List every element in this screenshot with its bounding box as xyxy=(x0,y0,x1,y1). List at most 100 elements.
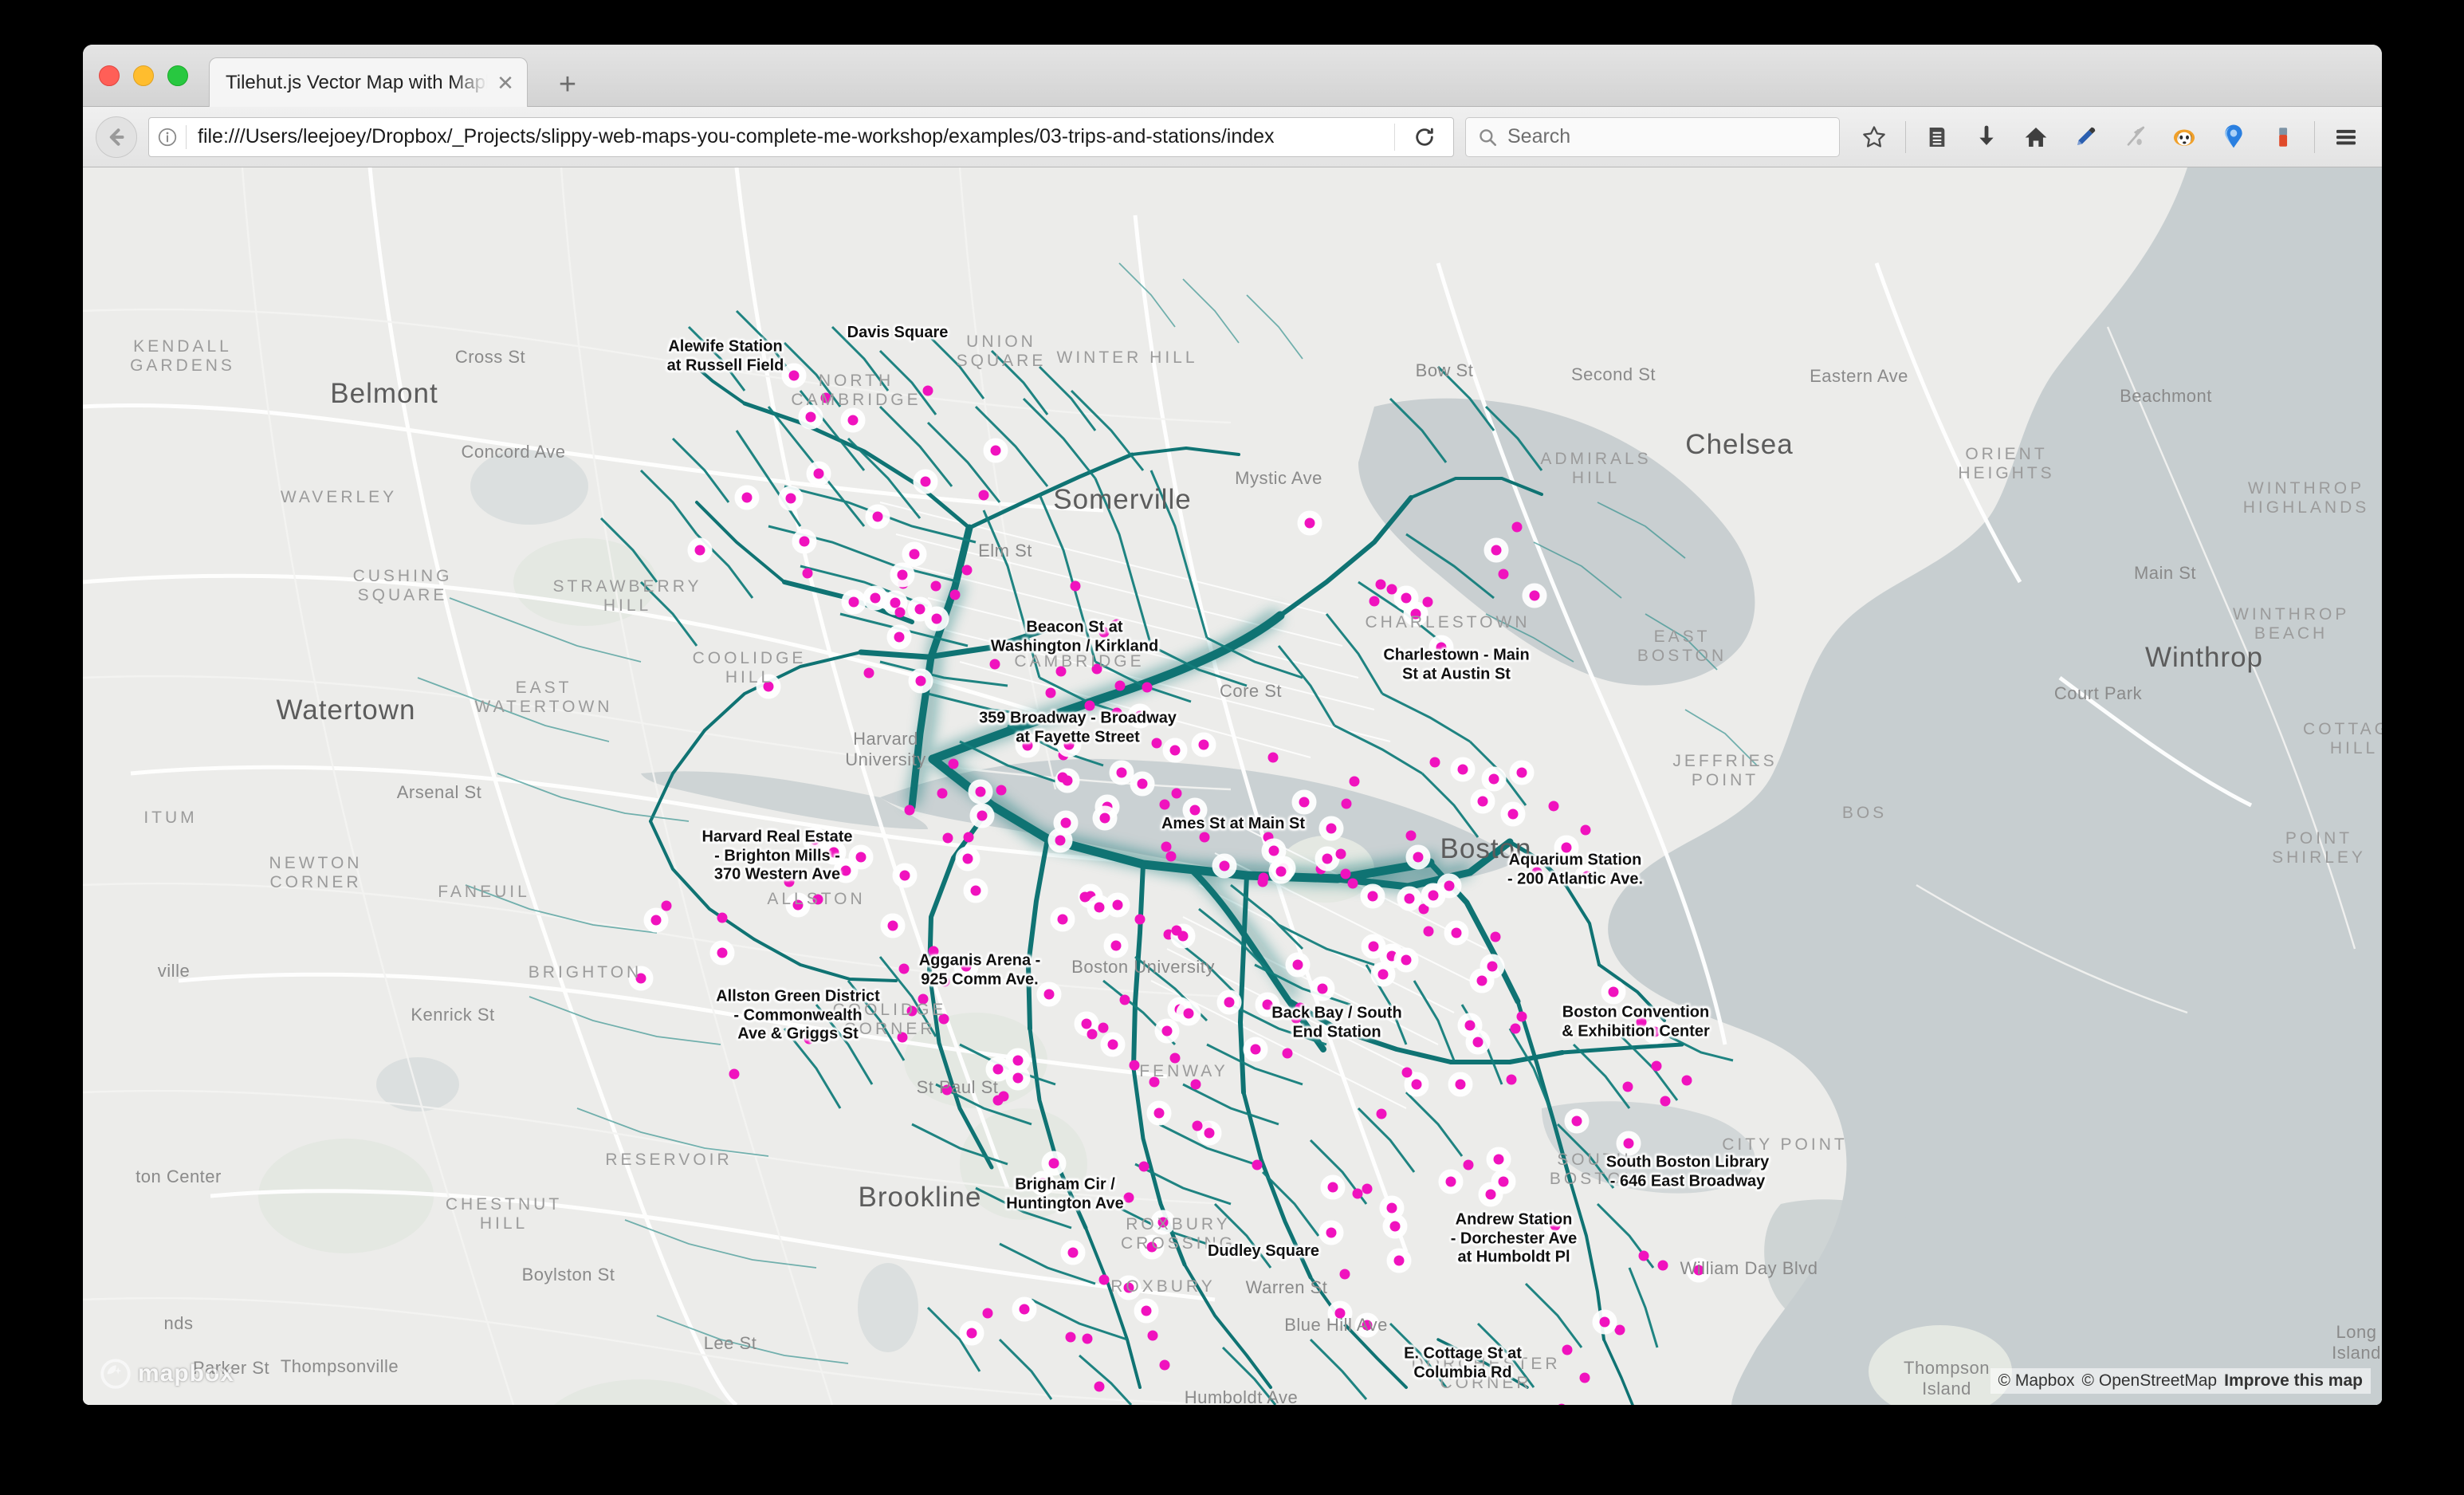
station-marker[interactable] xyxy=(1263,832,1274,842)
search-input[interactable]: Search xyxy=(1465,117,1840,157)
station-marker[interactable] xyxy=(1193,1121,1203,1131)
station-marker[interactable] xyxy=(1059,749,1069,760)
station-marker[interactable] xyxy=(898,570,908,580)
station-marker[interactable] xyxy=(1149,1076,1159,1087)
station-marker[interactable] xyxy=(992,1064,1003,1075)
station-marker[interactable] xyxy=(999,1092,1009,1102)
station-marker[interactable] xyxy=(1335,1308,1346,1318)
station-marker[interactable] xyxy=(1390,1222,1401,1232)
station-marker[interactable] xyxy=(890,597,900,608)
station-marker[interactable] xyxy=(1623,1139,1633,1149)
station-marker[interactable] xyxy=(1299,797,1309,807)
station-marker[interactable] xyxy=(1562,1344,1573,1355)
station-marker[interactable] xyxy=(962,853,973,864)
badger-icon[interactable] xyxy=(2161,114,2207,160)
station-marker[interactable] xyxy=(1549,801,1559,812)
station-marker[interactable] xyxy=(1405,830,1416,840)
station-marker[interactable] xyxy=(1445,1176,1456,1186)
station-marker[interactable] xyxy=(1055,835,1066,845)
station-marker[interactable] xyxy=(1115,680,1126,690)
station-marker[interactable] xyxy=(1531,867,1542,877)
station-marker[interactable] xyxy=(1422,596,1432,607)
station-marker[interactable] xyxy=(1099,1274,1110,1285)
station-marker[interactable] xyxy=(1065,1332,1075,1343)
station-marker[interactable] xyxy=(961,962,971,972)
zoom-window-button[interactable] xyxy=(167,65,188,86)
improve-this-map-link[interactable]: Improve this map xyxy=(2224,1371,2363,1391)
station-marker[interactable] xyxy=(971,886,981,896)
station-marker[interactable] xyxy=(1251,1045,1261,1055)
station-marker[interactable] xyxy=(1650,1026,1660,1037)
station-marker[interactable] xyxy=(1108,1040,1118,1050)
station-marker[interactable] xyxy=(1099,627,1110,637)
station-marker[interactable] xyxy=(931,581,941,592)
station-marker[interactable] xyxy=(800,536,810,546)
station-marker[interactable] xyxy=(803,568,813,579)
station-marker[interactable] xyxy=(895,608,906,618)
station-marker[interactable] xyxy=(1291,1013,1301,1023)
station-marker[interactable] xyxy=(1189,805,1200,816)
station-marker[interactable] xyxy=(1100,812,1110,823)
station-marker[interactable] xyxy=(915,604,925,614)
station-marker[interactable] xyxy=(1268,752,1279,762)
station-marker[interactable] xyxy=(1204,1127,1214,1138)
station-marker[interactable] xyxy=(813,469,823,479)
station-marker[interactable] xyxy=(1340,869,1350,879)
station-marker[interactable] xyxy=(636,974,646,984)
station-marker[interactable] xyxy=(996,785,1007,796)
station-marker[interactable] xyxy=(1464,1021,1475,1031)
station-marker[interactable] xyxy=(1368,891,1378,902)
station-marker[interactable] xyxy=(793,900,804,911)
station-marker[interactable] xyxy=(1138,778,1148,789)
station-marker[interactable] xyxy=(966,1328,977,1339)
station-marker[interactable] xyxy=(1079,892,1090,903)
new-tab-button[interactable]: + xyxy=(550,67,585,102)
station-marker[interactable] xyxy=(1161,841,1171,852)
station-marker[interactable] xyxy=(1341,798,1351,808)
station-marker[interactable] xyxy=(847,415,858,426)
station-marker[interactable] xyxy=(1057,915,1067,925)
station-marker[interactable] xyxy=(1401,592,1412,603)
station-marker[interactable] xyxy=(1508,808,1519,819)
station-marker[interactable] xyxy=(805,411,815,422)
station-marker[interactable] xyxy=(894,631,904,642)
station-marker[interactable] xyxy=(1315,864,1326,875)
station-marker[interactable] xyxy=(1123,1193,1134,1203)
station-marker[interactable] xyxy=(905,805,915,816)
station-marker[interactable] xyxy=(1404,893,1414,903)
station-marker[interactable] xyxy=(872,511,882,521)
station-marker[interactable] xyxy=(1275,866,1286,876)
station-marker[interactable] xyxy=(786,494,796,504)
station-marker[interactable] xyxy=(1609,986,1619,997)
station-marker[interactable] xyxy=(1094,1382,1105,1392)
station-marker[interactable] xyxy=(1436,642,1446,652)
station-marker[interactable] xyxy=(899,871,910,881)
station-marker[interactable] xyxy=(1510,1024,1520,1034)
station-marker[interactable] xyxy=(1012,1073,1023,1084)
station-marker[interactable] xyxy=(978,490,988,501)
station-marker[interactable] xyxy=(943,832,953,843)
station-marker[interactable] xyxy=(1393,1256,1404,1266)
station-marker[interactable] xyxy=(910,549,920,559)
station-marker[interactable] xyxy=(1124,1282,1134,1292)
station-marker[interactable] xyxy=(1378,970,1389,980)
station-marker[interactable] xyxy=(1083,1333,1093,1344)
station-marker[interactable] xyxy=(1571,1115,1582,1126)
station-marker[interactable] xyxy=(937,789,948,799)
station-marker[interactable] xyxy=(1170,746,1181,756)
station-marker[interactable] xyxy=(1142,1305,1152,1316)
station-marker[interactable] xyxy=(1013,1056,1024,1066)
station-marker[interactable] xyxy=(918,993,928,1004)
station-marker[interactable] xyxy=(1263,1000,1273,1010)
station-marker[interactable] xyxy=(887,921,898,931)
station-marker[interactable] xyxy=(1491,545,1502,556)
station-marker[interactable] xyxy=(809,835,819,845)
station-marker[interactable] xyxy=(1111,940,1122,950)
station-marker[interactable] xyxy=(829,847,839,857)
station-marker[interactable] xyxy=(821,393,831,403)
eyedropper-icon[interactable] xyxy=(2062,114,2108,160)
station-marker[interactable] xyxy=(1418,903,1428,914)
station-marker[interactable] xyxy=(1191,1080,1201,1090)
station-marker[interactable] xyxy=(1529,591,1539,601)
station-marker[interactable] xyxy=(741,492,752,502)
